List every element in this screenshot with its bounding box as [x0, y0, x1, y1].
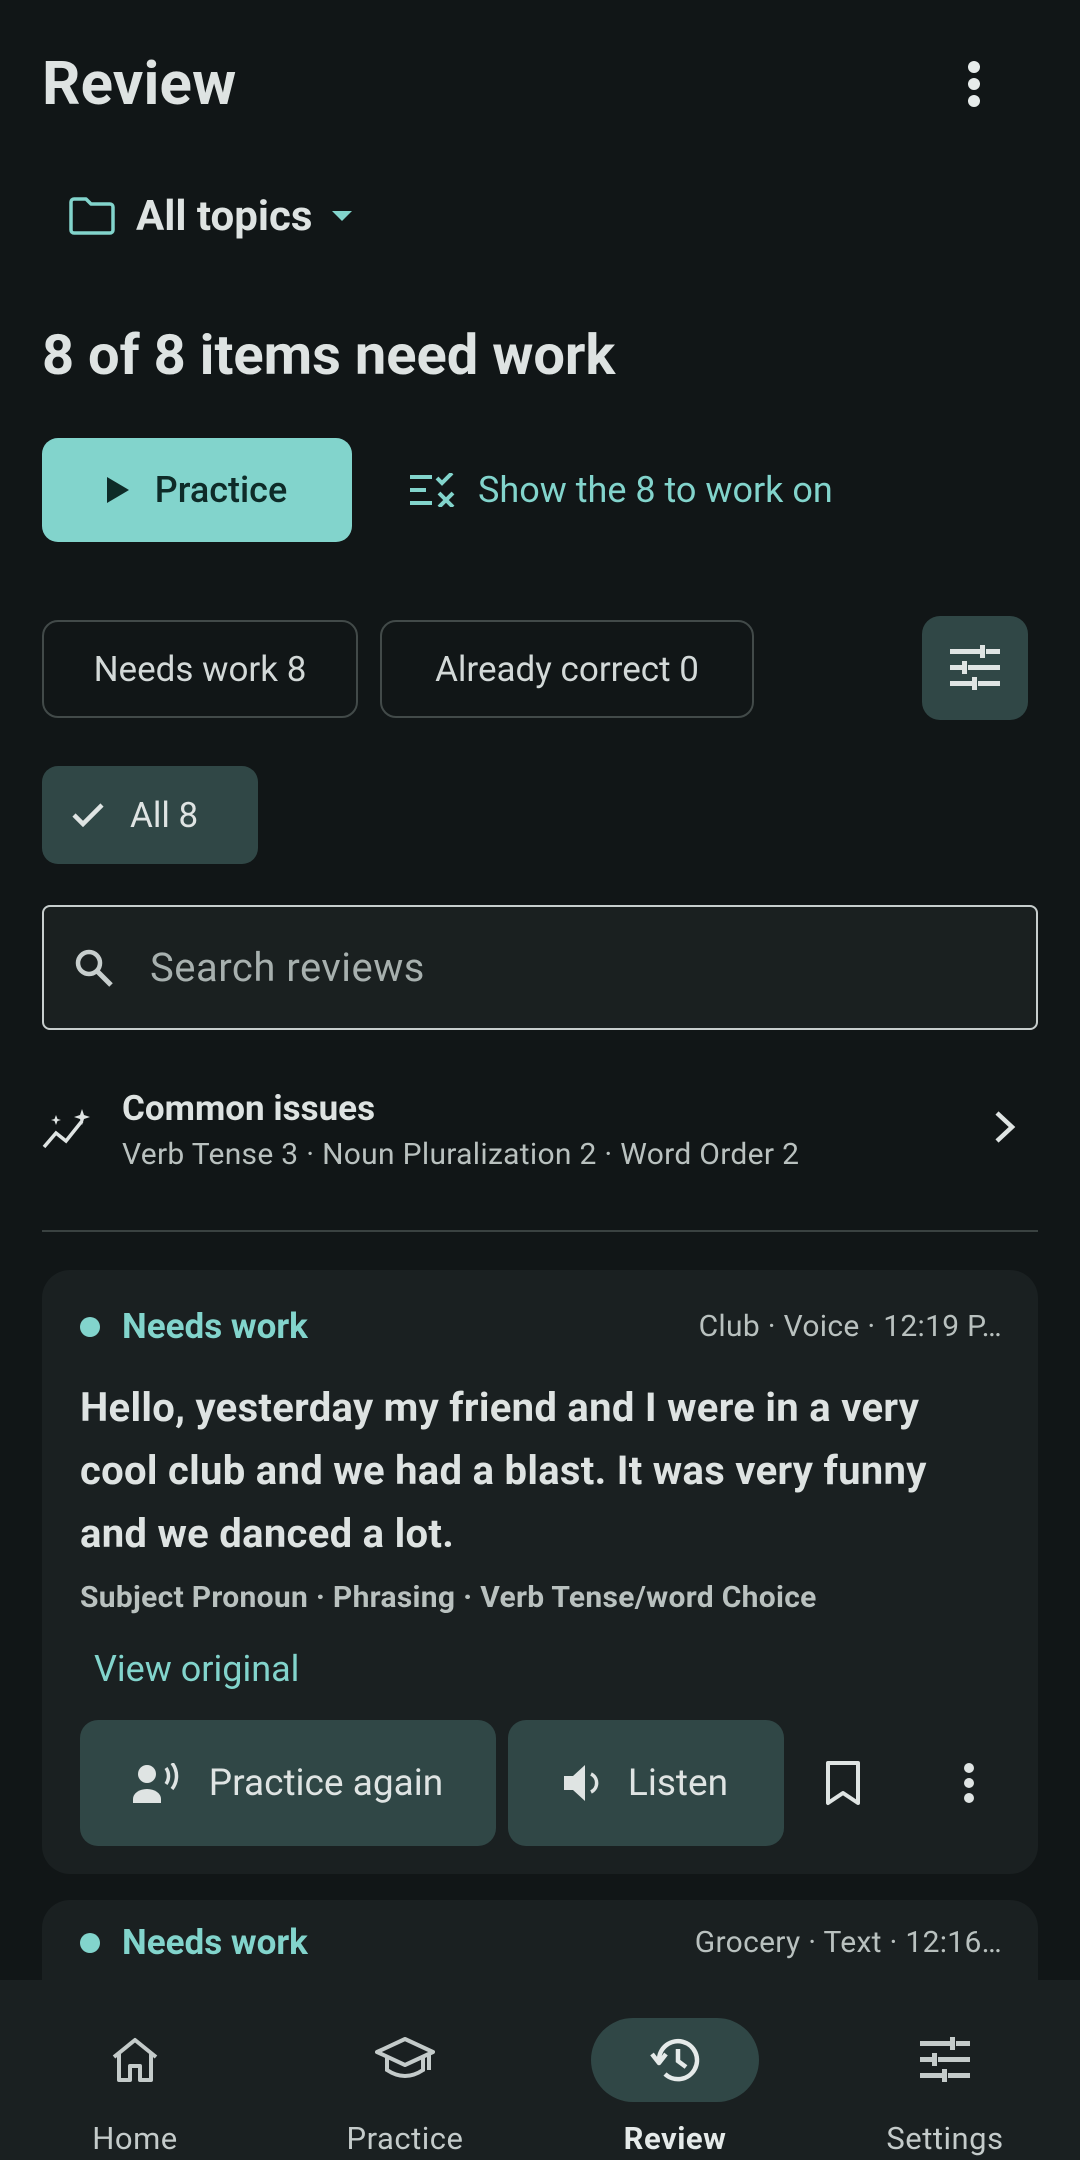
listen-label: Listen	[627, 1761, 729, 1805]
tune-icon	[950, 645, 1000, 690]
common-issues-title: Common issues	[122, 1088, 376, 1129]
card-more-button[interactable]	[924, 1720, 1014, 1846]
more-options-button[interactable]	[946, 56, 1002, 112]
nav-label: Settings	[886, 2120, 1004, 2157]
nav-label: Practice	[346, 2120, 464, 2157]
nav-item-review[interactable]: Review	[540, 1980, 810, 2160]
search-field[interactable]	[42, 905, 1038, 1030]
home-icon	[112, 2038, 158, 2082]
folder-icon	[69, 197, 115, 235]
nav-item-home[interactable]: Home	[0, 1980, 270, 2160]
nav-item-practice[interactable]: Practice	[270, 1980, 540, 2160]
filter-chip-already-correct[interactable]: Already correct 0	[380, 620, 754, 718]
card-tags: Subject Pronoun · Phrasing · Verb Tense/…	[80, 1580, 817, 1615]
practice-label: Practice	[154, 469, 288, 511]
volume-icon	[563, 1765, 599, 1801]
card-text: Hello, yesterday my friend and I were in…	[80, 1384, 927, 1557]
view-original-link[interactable]: View original	[94, 1648, 299, 1690]
card-meta: Club · Voice · 12:19 P…	[698, 1309, 1002, 1344]
status-badge: Needs work	[80, 1922, 308, 1963]
common-issues-subtitle: Verb Tense 3 · Noun Pluralization 2 · Wo…	[122, 1137, 800, 1172]
chevron-right-icon	[995, 1111, 1016, 1143]
show-to-work-on-label: Show the 8 to work on	[478, 469, 833, 511]
trending-sparkle-icon	[42, 1109, 90, 1149]
check-icon	[72, 803, 104, 827]
card-meta: Grocery · Text · 12:16…	[694, 1925, 1002, 1960]
status-dot	[80, 1932, 100, 1953]
practice-again-button[interactable]: Practice again	[80, 1720, 496, 1846]
dropdown-arrow-icon	[332, 211, 353, 221]
topic-selector[interactable]: All topics	[68, 180, 353, 252]
nav-item-settings[interactable]: Settings	[810, 1980, 1080, 2160]
record-voice-icon	[132, 1763, 179, 1803]
nav-label: Home	[92, 2120, 178, 2157]
filter-chip-all-label: All 8	[130, 794, 199, 836]
play-icon	[106, 477, 129, 503]
search-icon	[75, 949, 113, 987]
common-issues-row[interactable]: Common issues Verb Tense 3 · Noun Plural…	[42, 1080, 1038, 1180]
nav-label: Review	[623, 2120, 727, 2157]
status-label: Needs work	[122, 1306, 308, 1347]
tune-icon	[920, 2037, 970, 2082]
filter-chip-all[interactable]: All 8	[42, 766, 258, 864]
search-input[interactable]	[150, 944, 1010, 991]
practice-again-label: Practice again	[208, 1761, 444, 1805]
practice-button[interactable]: Practice	[42, 438, 352, 542]
bottom-navigation: Home Practice Review Settings	[0, 1980, 1080, 2160]
school-icon	[375, 2037, 435, 2078]
topic-label: All topics	[136, 191, 313, 241]
review-card[interactable]: Needs work Club · Voice · 12:19 P… Hello…	[42, 1270, 1038, 1874]
history-icon	[650, 2038, 700, 2082]
status-badge: Needs work	[80, 1306, 308, 1347]
divider	[42, 1230, 1038, 1232]
status-label: Needs work	[122, 1922, 308, 1963]
show-to-work-on-button[interactable]: Show the 8 to work on	[410, 452, 833, 528]
bookmark-button[interactable]	[798, 1720, 888, 1846]
checklist-icon	[410, 473, 455, 507]
more-vert-icon	[964, 1763, 974, 1803]
filter-settings-button[interactable]	[922, 616, 1028, 720]
more-vert-icon	[968, 61, 980, 107]
status-dot	[80, 1316, 100, 1337]
listen-button[interactable]: Listen	[508, 1720, 784, 1846]
filter-chip-needs-work[interactable]: Needs work 8	[42, 620, 358, 718]
page-title: Review	[42, 48, 237, 119]
bookmark-icon	[826, 1761, 860, 1805]
summary-heading: 8 of 8 items need work	[42, 322, 616, 388]
